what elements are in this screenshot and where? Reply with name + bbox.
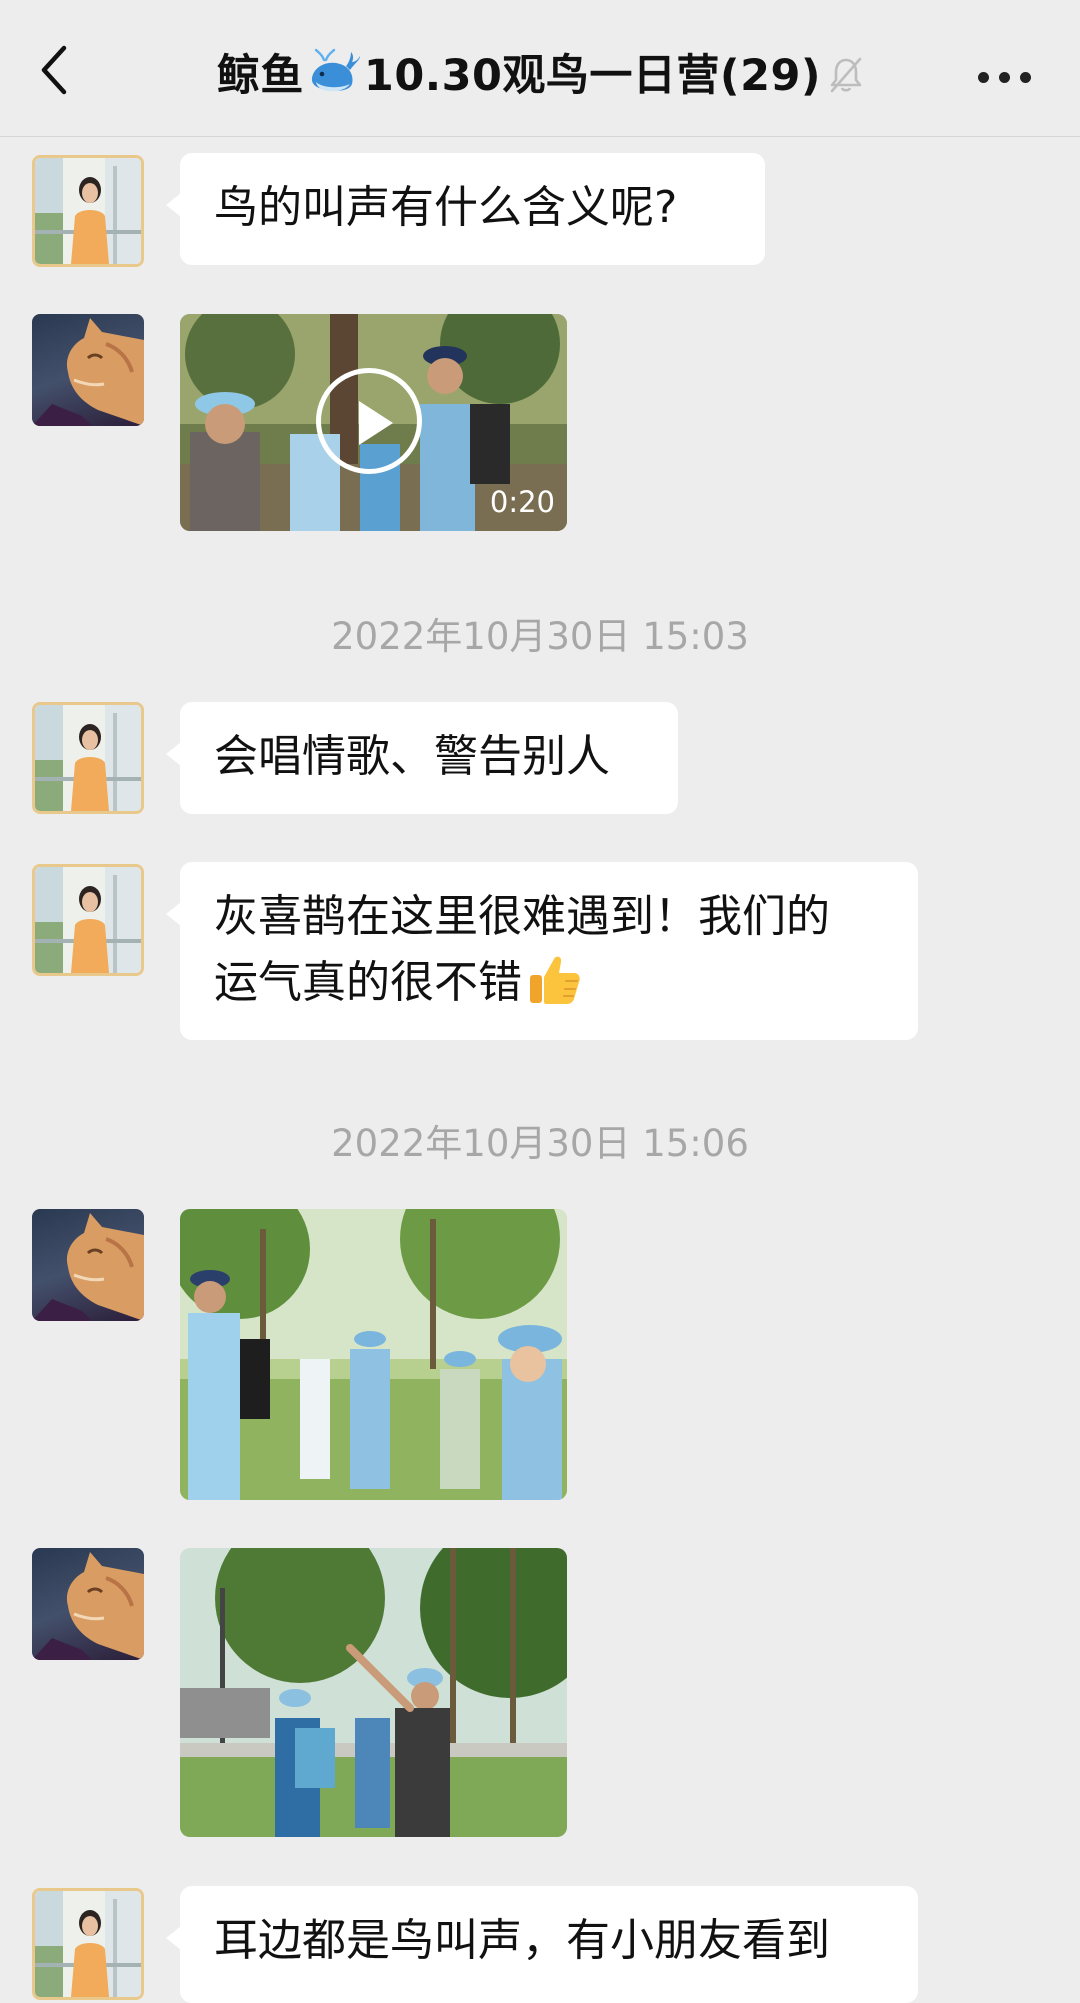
more-options-button[interactable] — [970, 56, 1040, 96]
video-duration: 0:20 — [489, 485, 555, 519]
message-text-line: 运气真的很不错 — [214, 950, 884, 1026]
avatar[interactable] — [32, 702, 144, 814]
message-text: 会唱情歌、警告别人 — [214, 731, 610, 782]
chat-title: 鲸鱼 10.30观鸟一日营(29) — [0, 46, 1080, 106]
message-bubble[interactable]: 会唱情歌、警告别人 — [166, 702, 678, 814]
chat-title-suffix: 10.30观鸟一日营(29) — [363, 51, 822, 101]
play-button[interactable] — [316, 368, 422, 474]
message-text: 耳边都是鸟叫声，有小朋友看到 — [214, 1915, 830, 1966]
timestamp: 2022年10月30日 15:03 — [331, 615, 749, 658]
avatar[interactable] — [32, 1888, 144, 2000]
timestamp: 2022年10月30日 15:06 — [331, 1122, 749, 1165]
message-bubble[interactable]: 灰喜鹊在这里很难遇到！我们的 运气真的很不错 — [166, 862, 918, 1040]
message-text-line: 灰喜鹊在这里很难遇到！我们的 — [214, 891, 830, 942]
chat-title-prefix: 鲸鱼 — [216, 51, 304, 101]
photo-message[interactable] — [180, 1548, 567, 1837]
avatar[interactable] — [32, 1209, 144, 1321]
avatar[interactable] — [32, 155, 144, 267]
video-message[interactable]: 0:20 — [180, 314, 567, 531]
play-icon — [359, 401, 393, 445]
avatar[interactable] — [32, 314, 144, 426]
thumbs-up-emoji-icon — [526, 951, 582, 1026]
photo-message[interactable] — [180, 1209, 567, 1500]
avatar[interactable] — [32, 1548, 144, 1660]
message-text: 鸟的叫声有什么含义呢? — [214, 182, 678, 233]
avatar[interactable] — [32, 864, 144, 976]
chat-header: 鲸鱼 10.30观鸟一日营(29) — [0, 0, 1080, 137]
whale-emoji-icon — [306, 48, 362, 112]
message-bubble[interactable]: 鸟的叫声有什么含义呢? — [166, 153, 765, 265]
message-bubble[interactable]: 耳边都是鸟叫声，有小朋友看到 — [166, 1886, 918, 2003]
muted-bell-icon — [829, 50, 863, 110]
